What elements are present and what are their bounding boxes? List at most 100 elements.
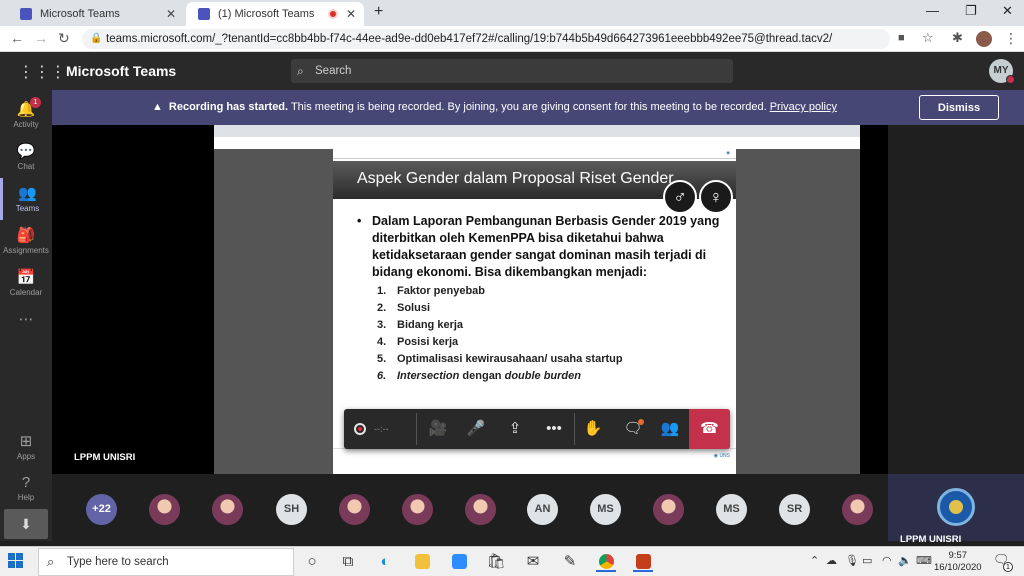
participant-avatar[interactable]: AN	[527, 494, 558, 525]
taskbar-search-input[interactable]: ⌕ Type here to search	[38, 548, 294, 576]
browser-tab-bar: Microsoft Teams ✕ (1) Microsoft Teams ✕ …	[0, 0, 1024, 26]
profile-avatar-icon[interactable]	[976, 31, 992, 47]
forward-icon[interactable]: →	[34, 30, 48, 46]
participant-avatar[interactable]	[842, 494, 873, 525]
participant-avatar[interactable]	[339, 494, 370, 525]
bookmark-star-icon[interactable]: ☆	[922, 30, 934, 46]
back-icon[interactable]: ←	[10, 30, 24, 46]
rail-item-calendar[interactable]: 📅 Calendar	[0, 262, 52, 304]
participant-avatar[interactable]: SH	[276, 494, 307, 525]
app-icon[interactable]: ✎	[560, 552, 580, 572]
wifi-icon[interactable]: ◠	[882, 554, 892, 567]
browser-tab-2[interactable]: (1) Microsoft Teams ✕	[186, 2, 364, 26]
mic-off-icon[interactable]: 🎤	[457, 409, 495, 449]
task-view-icon[interactable]: ⧉	[338, 552, 358, 572]
powerpoint-icon[interactable]	[633, 552, 653, 572]
participant-avatar[interactable]	[465, 494, 496, 525]
more-actions-icon[interactable]: •••	[535, 409, 573, 449]
tray-overflow-icon[interactable]: ⌃	[810, 554, 819, 567]
participant-avatar[interactable]: SR	[779, 494, 810, 525]
divider	[416, 413, 417, 445]
windows-start-icon[interactable]	[8, 553, 24, 569]
file-explorer-icon[interactable]	[412, 552, 432, 572]
chat-icon[interactable]: 🗨	[614, 409, 652, 449]
rail-item-teams[interactable]: 👥 Teams	[0, 178, 52, 220]
windows-taskbar: ⌕ Type here to search ○ ⧉ ◐ 🛍 ✉ ✎ ⌃ ☁ 🎙 …	[0, 546, 1024, 576]
recording-indicator-icon	[328, 9, 338, 19]
presenter-name: LPPM UNISRI	[74, 452, 136, 463]
user-avatar[interactable]: MY	[989, 59, 1015, 84]
chat-notification-dot	[638, 419, 644, 425]
list-item: 6. Intersection dengan double burden	[377, 370, 581, 382]
camera-permission-icon[interactable]: ■	[898, 32, 905, 44]
mail-icon[interactable]: ✉	[523, 552, 543, 572]
rail-item-help[interactable]: ? Help	[0, 468, 52, 510]
list-item: 1. Faktor penyebab	[377, 285, 486, 297]
camera-off-icon[interactable]: 🎥	[419, 409, 457, 449]
rail-item-assignments[interactable]: 🎒 Assignments	[0, 220, 52, 262]
hang-up-button[interactable]: ☎	[689, 409, 730, 449]
store-icon[interactable]: 🛍	[486, 552, 506, 572]
download-desktop-app-icon[interactable]: ⬇	[4, 509, 48, 539]
rail-item-chat[interactable]: 💬 Chat	[0, 136, 52, 178]
dismiss-button[interactable]: Dismiss	[919, 95, 999, 120]
url-text: teams.microsoft.com/_?tenantId=cc8bb4bb-…	[106, 33, 833, 45]
call-timer: --:--	[374, 424, 389, 434]
browser-tab-2-label: (1) Microsoft Teams	[218, 8, 315, 20]
clock-time: 9:57	[948, 550, 968, 561]
extensions-icon[interactable]: ✱	[952, 30, 963, 46]
list-item: 4. Posisi kerja	[377, 336, 459, 348]
raise-hand-icon[interactable]: ✋	[574, 409, 612, 449]
volume-icon[interactable]: 🔈	[898, 554, 912, 567]
participant-avatar[interactable]	[212, 494, 243, 525]
recording-icon[interactable]	[354, 423, 366, 435]
notifications-count: 1	[1003, 562, 1013, 572]
participant-avatar[interactable]	[653, 494, 684, 525]
participant-avatar[interactable]	[402, 494, 433, 525]
participant-avatar[interactable]: MS	[716, 494, 747, 525]
zoom-icon[interactable]	[449, 552, 469, 572]
browser-tab-1[interactable]: Microsoft Teams ✕	[8, 2, 184, 26]
slide-top-strip: ◉	[333, 149, 736, 159]
slide-title: Aspek Gender dalam Proposal Riset Gender	[357, 170, 674, 187]
uns-logo-icon: ◉ UNS	[713, 453, 730, 459]
calendar-icon: 📅	[16, 269, 36, 286]
rail-item-apps[interactable]: ⊞ Apps	[0, 426, 52, 468]
chrome-icon[interactable]	[596, 552, 616, 572]
help-icon: ?	[21, 474, 31, 491]
url-field[interactable]: 🔒 teams.microsoft.com/_?tenantId=cc8bb4b…	[82, 29, 890, 49]
participant-avatar[interactable]	[149, 494, 180, 525]
ime-icon[interactable]: ⌨	[916, 554, 932, 567]
gender-male-icon: ♂	[663, 180, 697, 214]
new-tab-button[interactable]: +	[374, 3, 383, 21]
onedrive-icon[interactable]: ☁	[826, 554, 837, 567]
close-tab-icon[interactable]: ✕	[166, 7, 176, 21]
list-item: 5. Optimalisasi kewirausahaan/ usaha star…	[377, 353, 623, 365]
edge-icon[interactable]: ◐	[375, 552, 395, 572]
browser-menu-icon[interactable]: ⋮	[1004, 30, 1018, 47]
battery-icon[interactable]: ▭	[862, 554, 872, 567]
maximize-icon[interactable]: ❐	[965, 3, 977, 19]
window-close-icon[interactable]: ✕	[1002, 3, 1013, 19]
rail-item-activity[interactable]: 🔔 Activity 1	[0, 94, 52, 136]
bell-icon: 🔔	[16, 101, 36, 118]
gender-female-icon: ♀	[699, 180, 733, 214]
system-clock[interactable]: 9:57 16/10/2020	[934, 550, 982, 574]
close-tab-icon[interactable]: ✕	[346, 7, 356, 21]
reload-icon[interactable]: ↻	[58, 30, 70, 47]
rail-item-label: Apps	[16, 452, 36, 461]
minimize-icon[interactable]: —	[926, 3, 939, 18]
participants-icon[interactable]: 👥	[651, 409, 689, 449]
presence-busy-icon	[1006, 75, 1015, 84]
privacy-policy-link[interactable]: Privacy policy	[770, 101, 837, 113]
cortana-icon[interactable]: ○	[302, 552, 322, 572]
self-video-tile[interactable]	[888, 474, 1024, 541]
microphone-icon[interactable]: 🎙	[845, 554, 859, 567]
more-participants-button[interactable]: +22	[86, 494, 117, 525]
browser-tab-1-label: Microsoft Teams	[40, 8, 120, 20]
participant-avatar[interactable]: MS	[590, 494, 621, 525]
search-input[interactable]: ⌕ Search	[291, 59, 733, 83]
more-apps-button[interactable]: ⋯	[0, 304, 52, 346]
share-screen-icon[interactable]: ⇪	[496, 409, 534, 449]
app-launcher-icon[interactable]: ⋮⋮⋮	[18, 62, 66, 82]
